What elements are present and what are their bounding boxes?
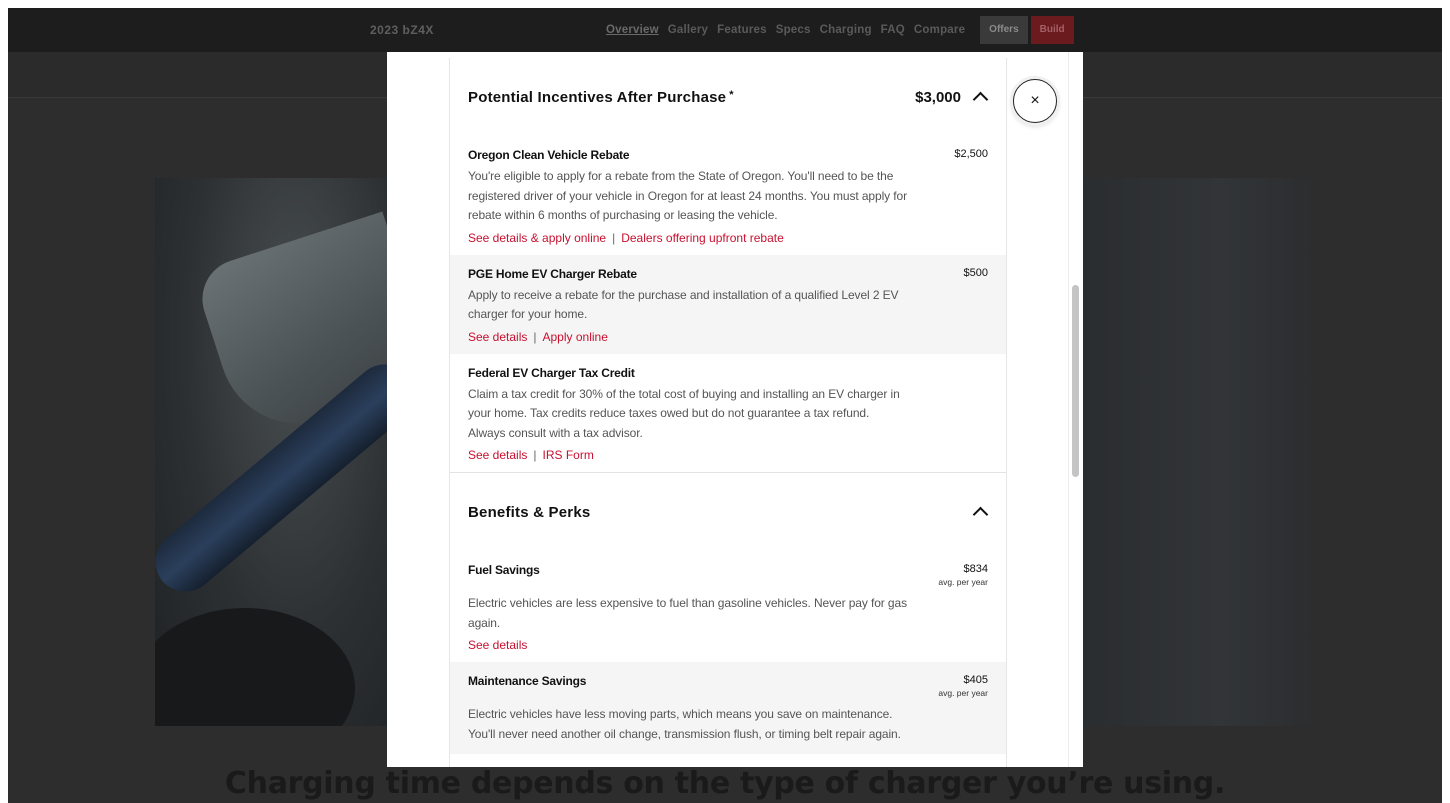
apply-online-link[interactable]: Apply online (543, 330, 608, 344)
close-modal-button[interactable]: × (1013, 79, 1057, 123)
item-amount: $405 avg. per year (938, 674, 988, 698)
item-links: See details (468, 638, 988, 652)
item-description: Apply to receive a rebate for the purcha… (468, 287, 899, 322)
item-amount-sub: avg. per year (938, 577, 988, 587)
item-title: Federal EV Charger Tax Credit (468, 365, 635, 380)
incentives-asterisk: * (729, 88, 734, 101)
item-description: You're eligible to apply for a rebate fr… (468, 169, 907, 222)
build-button[interactable]: Build (1030, 16, 1074, 44)
modal-content: Potential Incentives After Purchase * $3,… (449, 58, 1007, 767)
benefits-title: Benefits & Perks (468, 503, 591, 521)
hero-image-ev-charging (155, 178, 387, 726)
see-details-link[interactable]: See details (468, 330, 527, 344)
nav-model-name: 2023 bZ4X (370, 23, 434, 37)
incentive-item-federal-tax-credit: Federal EV Charger Tax Credit Claim a ta… (450, 354, 1006, 473)
offers-button[interactable]: Offers (980, 16, 1028, 44)
modal-scrollbar[interactable] (1068, 52, 1083, 767)
item-links: See details | IRS Form (468, 448, 988, 462)
section-heading-charging-time: Charging time depends on the type of cha… (224, 766, 1226, 801)
modal-scrollbar-thumb[interactable] (1072, 285, 1079, 477)
incentive-item-oregon-rebate: Oregon Clean Vehicle Rebate $2,500 You'r… (450, 136, 1006, 255)
incentives-total: $3,000 (915, 88, 961, 106)
item-amount: $2,500 (954, 148, 988, 160)
link-separator: | (533, 448, 537, 462)
chevron-up-icon[interactable] (972, 506, 989, 523)
benefits-header-right (972, 504, 989, 523)
nav-link-compare[interactable]: Compare (914, 24, 965, 36)
hero-tire-shape (155, 608, 355, 726)
page-top-gutter (0, 0, 1450, 8)
nav-link-overview[interactable]: Overview (606, 24, 659, 36)
incentives-header-right: $3,000 (915, 88, 989, 108)
benefit-item-maintenance-savings: Maintenance Savings $405 avg. per year E… (450, 662, 1006, 754)
close-icon: × (1030, 92, 1040, 109)
item-links: See details & apply online | Dealers offer… (468, 231, 988, 245)
item-description: Electric vehicles are less expensive to … (468, 596, 907, 630)
nav-link-faq[interactable]: FAQ (881, 24, 905, 36)
nav-link-charging[interactable]: Charging (820, 24, 872, 36)
incentives-modal: Potential Incentives After Purchase * $3,… (387, 52, 1082, 767)
see-details-link[interactable]: See details (468, 448, 527, 462)
dealers-upfront-rebate-link[interactable]: Dealers offering upfront rebate (621, 231, 784, 245)
irs-form-link[interactable]: IRS Form (543, 448, 594, 462)
hero-image-right (1082, 178, 1315, 726)
nav-links: Overview Gallery Features Specs Charging… (606, 8, 1074, 52)
see-details-apply-online-link[interactable]: See details & apply online (468, 231, 606, 245)
item-title: Oregon Clean Vehicle Rebate (468, 148, 630, 162)
incentive-item-pge-charger-rebate: PGE Home EV Charger Rebate $500 Apply to… (450, 254, 1006, 354)
nav-link-specs[interactable]: Specs (776, 24, 811, 36)
item-amount-sub: avg. per year (938, 688, 988, 698)
item-description: Electric vehicles have less moving parts… (468, 707, 901, 741)
item-description: Claim a tax credit for 30% of the total … (468, 386, 900, 440)
nav-link-gallery[interactable]: Gallery (668, 24, 708, 36)
incentives-section-header[interactable]: Potential Incentives After Purchase * $3,… (450, 58, 1006, 136)
benefit-item-fuel-savings: Fuel Savings $834 avg. per year Electric… (450, 551, 1006, 662)
link-separator: | (533, 329, 537, 344)
item-amount: $834 avg. per year (938, 563, 988, 587)
top-navbar: 2023 bZ4X Overview Gallery Features Spec… (8, 8, 1442, 52)
chevron-up-icon[interactable] (972, 91, 989, 108)
item-title: Fuel Savings (468, 563, 540, 577)
item-amount: $500 (963, 266, 988, 279)
see-details-link[interactable]: See details (468, 638, 527, 652)
nav-link-features[interactable]: Features (717, 24, 767, 36)
item-links: See details | Apply online (468, 330, 988, 344)
item-title: PGE Home EV Charger Rebate (468, 266, 637, 281)
item-title: Maintenance Savings (468, 674, 587, 688)
incentives-title: Potential Incentives After Purchase * (468, 88, 734, 106)
link-separator: | (612, 230, 616, 245)
benefits-section-header[interactable]: Benefits & Perks (450, 473, 1006, 551)
